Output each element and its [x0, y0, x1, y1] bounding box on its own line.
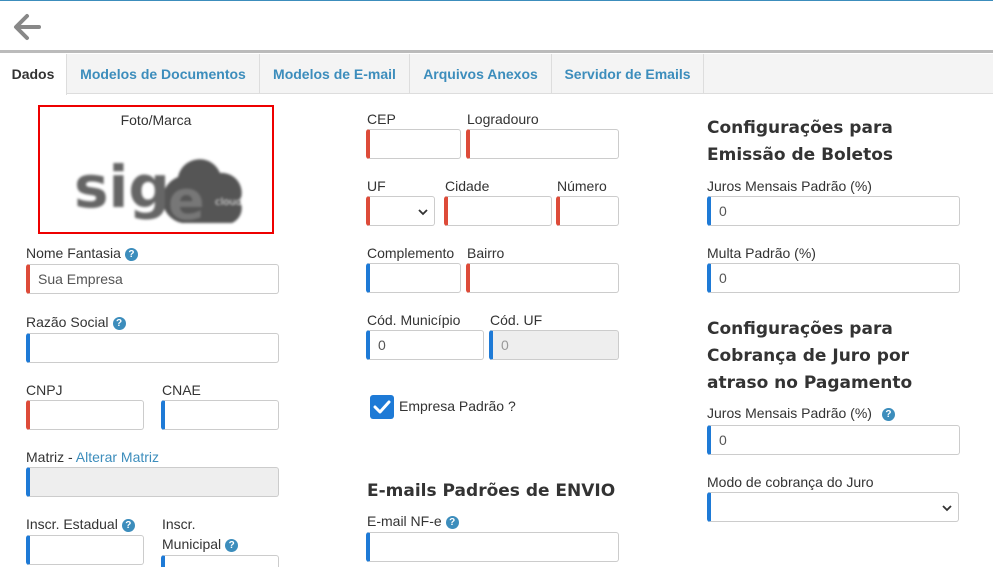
razao-social-input[interactable]: [26, 333, 279, 363]
back-arrow-icon[interactable]: [10, 11, 42, 43]
photo-upload[interactable]: Foto/Marca sig e cloud: [38, 105, 274, 234]
boletos-section-title: Configurações para Emissão de Boletos: [707, 118, 893, 165]
tab-arquivos-anexos[interactable]: Arquivos Anexos: [410, 54, 552, 94]
tab-dados[interactable]: Dados: [0, 54, 67, 95]
empresa-padrao-label: Empresa Padrão ?: [399, 398, 516, 414]
juros-mensais-input[interactable]: [707, 196, 960, 226]
help-icon[interactable]: ?: [881, 408, 895, 421]
numero-label: Número: [557, 178, 607, 194]
email-nfe-input[interactable]: [366, 532, 619, 562]
cep-label: CEP: [367, 111, 396, 127]
chevron-down-icon: [942, 505, 952, 512]
tab-modelos-email[interactable]: Modelos de E-mail: [260, 54, 410, 94]
email-nfe-label: E-mail NF-e?: [367, 513, 459, 529]
help-icon[interactable]: ?: [124, 248, 138, 261]
logradouro-input[interactable]: [466, 129, 619, 159]
razao-social-label: Razão Social?: [26, 314, 126, 330]
matriz-label: Matriz - Alterar Matriz: [26, 449, 160, 465]
juros-mensais2-label: Juros Mensais Padrão (%)?: [707, 405, 895, 421]
photo-label: Foto/Marca: [120, 112, 192, 128]
cnae-input[interactable]: [161, 400, 279, 430]
checkmark-icon: [373, 400, 391, 414]
multa-input[interactable]: [707, 263, 960, 293]
logo-badge: cloud: [215, 197, 242, 208]
inscr-municipal-label-line1: Inscr.: [162, 516, 196, 532]
company-logo: sig e cloud: [74, 153, 242, 229]
cod-municipio-input[interactable]: [366, 330, 484, 360]
empresa-padrao-checkbox[interactable]: [370, 395, 394, 419]
top-toolbar: [0, 0, 993, 53]
matriz-input: [26, 467, 279, 497]
nome-fantasia-label: Nome Fantasia?: [26, 245, 138, 261]
help-icon[interactable]: ?: [445, 516, 459, 529]
cnae-label: CNAE: [162, 382, 201, 398]
cnpj-label: CNPJ: [26, 382, 63, 398]
inscr-municipal-input[interactable]: [161, 555, 279, 567]
modo-cobranca-select[interactable]: [707, 492, 959, 522]
juros-mensais-label: Juros Mensais Padrão (%): [707, 178, 872, 194]
modo-cobranca-label: Modo de cobrança do Juro: [707, 474, 874, 490]
complemento-label: Complemento: [367, 245, 455, 261]
emails-section-title: E-mails Padrões de ENVIO: [367, 481, 616, 501]
multa-label: Multa Padrão (%): [707, 245, 816, 261]
cobranca-section-title: Configurações para Cobrança de Juro por …: [707, 319, 913, 393]
help-icon[interactable]: ?: [112, 317, 126, 330]
numero-input[interactable]: [556, 196, 619, 226]
alterar-matriz-link[interactable]: Alterar Matriz: [76, 449, 159, 465]
inscr-estadual-label: Inscr. Estadual?: [26, 516, 135, 532]
uf-label: UF: [367, 178, 386, 194]
bairro-label: Bairro: [467, 245, 505, 261]
complemento-input[interactable]: [366, 263, 461, 293]
chevron-down-icon: [418, 209, 428, 216]
help-icon[interactable]: ?: [225, 539, 239, 552]
cod-municipio-label: Cód. Município: [367, 312, 461, 328]
inscr-municipal-label-line2: Municipal?: [162, 536, 239, 552]
logo-e: e: [168, 169, 205, 229]
tab-servidor-emails[interactable]: Servidor de Emails: [552, 54, 704, 94]
cep-input[interactable]: [366, 129, 461, 159]
nome-fantasia-input[interactable]: [26, 264, 279, 294]
cod-uf-input: [489, 330, 619, 360]
logradouro-label: Logradouro: [467, 111, 539, 127]
inscr-estadual-input[interactable]: [26, 535, 144, 565]
bairro-input[interactable]: [466, 263, 619, 293]
tab-bar: Dados Modelos de Documentos Modelos de E…: [0, 54, 993, 95]
cod-uf-label: Cód. UF: [490, 312, 543, 328]
help-icon[interactable]: ?: [121, 519, 135, 532]
cidade-input[interactable]: [444, 196, 552, 226]
uf-select[interactable]: [366, 196, 435, 226]
logo-text: sig: [74, 153, 170, 221]
cidade-label: Cidade: [445, 178, 490, 194]
juros-mensais2-input[interactable]: [707, 425, 960, 455]
tab-modelos-documentos[interactable]: Modelos de Documentos: [67, 54, 260, 94]
cnpj-input[interactable]: [26, 400, 144, 430]
